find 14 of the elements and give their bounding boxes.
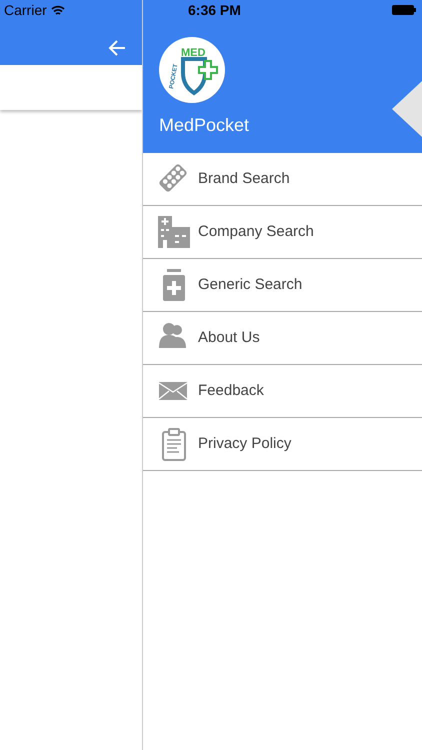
menu-item[interactable]: Privacy Policy bbox=[143, 418, 422, 471]
menu-item[interactable]: Generic Search bbox=[143, 259, 422, 312]
app-name: MedPocket bbox=[159, 114, 250, 137]
menu-item[interactable]: Brand Search bbox=[143, 153, 422, 206]
status-time: 6:36 PM bbox=[188, 0, 241, 20]
menu-item[interactable]: About Us bbox=[143, 312, 422, 365]
back-arrow-icon[interactable] bbox=[108, 39, 126, 57]
carrier-label: Carrier bbox=[4, 0, 47, 20]
menu-item[interactable]: Feedback bbox=[143, 365, 422, 418]
drawer-handle-icon bbox=[392, 81, 422, 137]
wifi-icon bbox=[50, 4, 65, 16]
battery-icon bbox=[392, 5, 416, 15]
building-icon bbox=[157, 215, 191, 249]
menu-item[interactable]: Company Search bbox=[143, 206, 422, 259]
